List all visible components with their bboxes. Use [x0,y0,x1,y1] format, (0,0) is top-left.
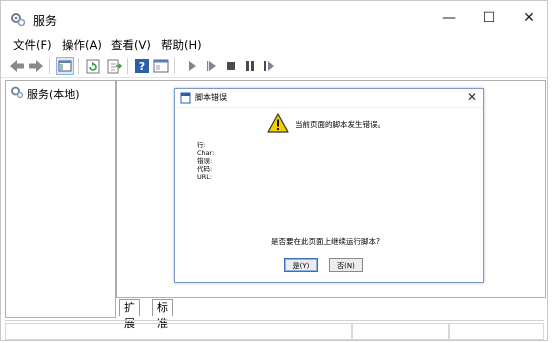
status-cell [449,323,544,340]
menu-help[interactable]: 帮助(H) [161,37,202,53]
services-gear-icon [10,11,26,27]
toolbar-separator [78,58,79,74]
properties-icon[interactable] [152,57,170,75]
field-url: URL: [197,173,213,181]
dialog-title: 脚本错误 [195,93,227,102]
field-line: 行: [197,141,206,149]
field-char: Char: [197,149,215,157]
toolbar: ? [1,55,547,78]
close-button[interactable]: ✕ [509,7,549,31]
forward-arrow-icon[interactable] [27,57,45,75]
start-service-icon[interactable] [183,57,201,75]
script-error-dialog: 脚本错误 ✕ 当前页面的脚本发生错误。 行: Char: 错误: 代码: URL… [174,88,484,283]
menu-view[interactable]: 查看(V) [111,37,151,53]
field-code: 代码: [197,165,213,173]
toolbar-separator [174,58,175,74]
field-error: 错误: [197,157,213,165]
dialog-title-bar: 脚本错误 ✕ [175,89,483,108]
back-arrow-icon[interactable] [8,57,26,75]
toolbar-separator [49,58,50,74]
error-message: 当前页面的脚本发生错误。 [295,120,385,129]
menu-bar: 文件(F) 操作(A) 查看(V) 帮助(H) [1,35,547,55]
window-title: 服务 [33,14,58,28]
no-button[interactable]: 否(N) [329,258,363,272]
tab-extended[interactable]: 扩展 [119,299,140,330]
svg-text:?: ? [139,60,145,73]
console-tree-icon[interactable] [56,57,74,75]
pause-service-icon[interactable] [241,57,259,75]
status-cell [5,323,352,340]
tree-item-label: 服务(本地) [27,87,80,101]
dialog-close-button[interactable]: ✕ [467,90,477,104]
export-list-icon[interactable] [105,57,123,75]
refresh-icon[interactable] [84,57,102,75]
menu-action[interactable]: 操作(A) [62,37,102,53]
minimize-button[interactable]: — [429,7,469,31]
toolbar-separator [127,58,128,74]
tree-item-services-local[interactable]: 服务(本地) [10,85,80,102]
status-bar [5,320,544,340]
services-gear-icon [10,85,24,102]
stop-service-icon[interactable] [222,57,240,75]
continue-question: 是否要在此页面上继续运行脚本? [271,237,380,246]
maximize-button[interactable]: ☐ [469,7,509,31]
status-cell [352,323,449,340]
warning-icon [267,113,289,133]
menu-file[interactable]: 文件(F) [13,37,52,53]
yes-button[interactable]: 是(Y) [284,258,318,272]
title-bar: 服务 — ☐ ✕ [1,1,547,35]
console-tree-pane: 服务(本地) [5,80,116,318]
document-icon [180,92,191,104]
restart-service-icon[interactable] [260,57,278,75]
services-window: 服务 — ☐ ✕ 文件(F) 操作(A) 查看(V) 帮助(H) ? 服务(本地… [0,0,548,341]
help-icon[interactable]: ? [133,57,151,75]
tab-standard[interactable]: 标准 [152,299,173,330]
start-service-alt-icon[interactable] [203,57,221,75]
